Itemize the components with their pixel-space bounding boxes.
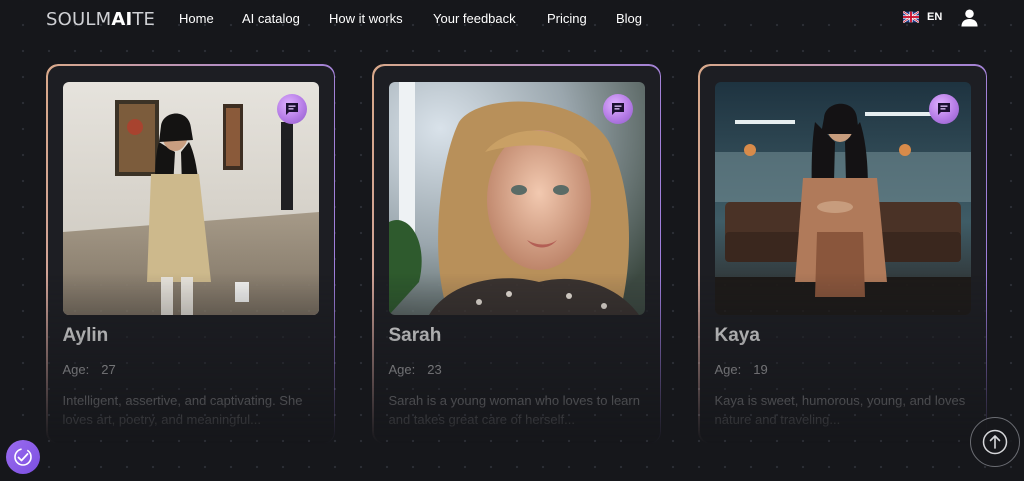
character-description: Sarah is a young woman who loves to lear… (388, 392, 640, 427)
character-photo (388, 81, 645, 315)
age-value: 23 (427, 361, 442, 377)
nav-home[interactable]: Home (179, 11, 214, 26)
scroll-to-top-button[interactable] (970, 417, 1020, 467)
chat-bubble-icon (611, 102, 624, 115)
age-value: 27 (101, 361, 116, 377)
nav-pricing[interactable]: Pricing (547, 11, 587, 26)
age-label: Age: (62, 361, 90, 377)
character-description: Intelligent, assertive, and captivating.… (62, 392, 303, 427)
character-name: Kaya (714, 324, 760, 346)
character-photo (714, 81, 971, 315)
chat-bubble-icon (285, 102, 298, 115)
chat-button[interactable] (928, 93, 959, 124)
character-name: Sarah (388, 324, 442, 346)
badge-check-icon (14, 448, 32, 466)
chat-button[interactable] (276, 93, 307, 124)
user-icon[interactable] (960, 8, 979, 28)
chat-button[interactable] (602, 93, 633, 124)
nav-your-feedback[interactable]: Your feedback (433, 11, 516, 26)
language-code: EN (927, 11, 943, 23)
widget-button[interactable] (6, 440, 40, 474)
age-value: 19 (753, 361, 768, 377)
character-card[interactable]: Aylin Age: 27 Intelligent, assertive, an… (46, 64, 335, 444)
character-photo (62, 81, 319, 315)
nav-blog[interactable]: Blog (616, 11, 642, 26)
character-description: Kaya is sweet, humorous, young, and love… (714, 392, 966, 427)
nav-ai-catalog[interactable]: AI catalog (242, 11, 300, 26)
character-card[interactable]: Kaya Age: 19 Kaya is sweet, humorous, yo… (698, 64, 987, 444)
age-row: Age: 27 (63, 362, 116, 377)
language-switcher[interactable]: EN (903, 11, 942, 23)
nav-how-it-works[interactable]: How it works (329, 11, 403, 26)
age-label: Age: (388, 361, 416, 377)
arrow-up-icon (982, 429, 1008, 455)
site-header: SOULMAITE Home AI catalog How it works Y… (0, 0, 1024, 38)
age-row: Age: 19 (715, 362, 768, 377)
age-row: Age: 23 (389, 362, 442, 377)
character-card[interactable]: Sarah Age: 23 Sarah is a young woman who… (372, 64, 661, 444)
character-name: Aylin (62, 324, 109, 346)
age-label: Age: (714, 361, 742, 377)
brand-logo[interactable]: SOULMAITE (46, 9, 155, 30)
chat-bubble-icon (937, 102, 950, 115)
uk-flag-icon (903, 11, 919, 23)
